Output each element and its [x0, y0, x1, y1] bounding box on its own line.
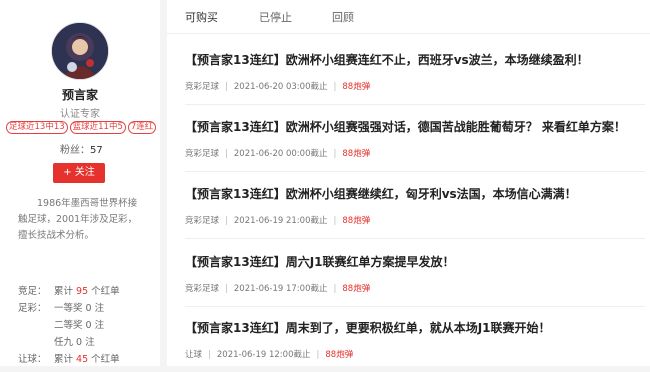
- fans-number: 57: [90, 145, 103, 156]
- article-deadline: 2021-06-19 17:00截止: [233, 284, 328, 294]
- avatar-image: [52, 23, 108, 79]
- article-category: 竞彩足球: [185, 216, 220, 226]
- record-tags: 足球近13中13 篮球近11中5 7连红: [6, 121, 158, 134]
- article-deadline: 2021-06-20 03:00截止: [233, 82, 328, 92]
- article-title[interactable]: 【预言家13连红】周六J1联赛红单方案提早发放！: [185, 253, 455, 270]
- stat-suffix: 注: [82, 337, 95, 348]
- plan-list-panel: 可购买 已停止 回顾 【预言家13连红】欧洲杯小组赛连红不止，西班牙vs波兰，本…: [167, 0, 650, 366]
- expert-role: 认证专家: [60, 109, 100, 120]
- meta-divider: |: [225, 216, 228, 226]
- article-title[interactable]: 【预言家13连红】周末到了，更要积极红单，就从本场J1联赛开始！: [185, 319, 551, 336]
- article-meta: 竞彩足球 | 2021-06-19 21:00截止 | 88炮弹: [185, 214, 370, 226]
- article-deadline: 2021-06-19 12:00截止: [216, 350, 311, 360]
- stat-suffix: 个红单: [88, 354, 120, 365]
- stat-label: 竞足：: [18, 286, 47, 297]
- stat-row: 让球： 累计 45 个红单: [18, 351, 158, 368]
- stat-prefix: 任九: [54, 337, 77, 348]
- stat-suffix: 个红单: [88, 286, 120, 297]
- record-tag: 7连红: [127, 121, 157, 134]
- plan-tabs: 可购买 已停止 回顾: [167, 0, 650, 34]
- article-price: 88炮弹: [325, 350, 354, 360]
- stat-value: 累计 45 个红单: [54, 351, 120, 368]
- article-category: 竞彩足球: [185, 284, 220, 294]
- meta-divider: |: [225, 284, 228, 294]
- record-tag: 篮球近11中5: [69, 121, 126, 134]
- article-meta: 竞彩足球 | 2021-06-20 00:00截止 | 88炮弹: [185, 147, 370, 159]
- fans-label: 粉丝：: [60, 145, 90, 156]
- stat-suffix: 注: [91, 303, 105, 314]
- meta-divider: |: [225, 82, 228, 92]
- article-meta: 让球 | 2021-06-19 12:00截止 | 88炮弹: [185, 348, 353, 360]
- list-item[interactable]: 【预言家13连红】欧洲杯小组赛继续红，匈牙利vs法国，本场信心满满！ 竞彩足球 |…: [185, 172, 645, 239]
- stat-number: 95: [76, 286, 89, 297]
- article-category: 让球: [185, 350, 203, 360]
- stat-prefix: 累计: [54, 354, 77, 365]
- meta-divider: |: [316, 350, 320, 360]
- meta-divider: |: [333, 216, 337, 226]
- stat-prefix: 一等奖: [54, 303, 86, 314]
- meta-divider: |: [333, 82, 337, 92]
- article-deadline: 2021-06-19 21:00截止: [233, 216, 328, 226]
- stat-row: 竞足： 累计 95 个红单: [18, 283, 158, 300]
- article-meta: 竞彩足球 | 2021-06-19 17:00截止 | 88炮弹: [185, 282, 370, 294]
- tab-stopped[interactable]: 已停止: [259, 9, 292, 25]
- avatar[interactable]: [51, 22, 109, 80]
- list-item[interactable]: 【预言家13连红】欧洲杯小组赛连红不止，西班牙vs波兰，本场继续盈利！ 竞彩足球…: [185, 38, 645, 105]
- stat-row: 二等奖 0 注: [18, 317, 158, 334]
- article-category: 竞彩足球: [185, 82, 220, 92]
- list-item[interactable]: 【预言家13连红】周末到了，更要积极红单，就从本场J1联赛开始！ 让球 | 2021…: [185, 306, 645, 372]
- article-category: 竞彩足球: [185, 149, 220, 159]
- fans-count: 粉丝：57: [60, 141, 103, 156]
- tab-review[interactable]: 回顾: [332, 9, 354, 25]
- stat-value: 二等奖 0 注: [54, 317, 104, 334]
- stat-row: 足彩： 一等奖 0 注: [18, 300, 158, 317]
- article-price: 88炮弹: [342, 82, 371, 92]
- tab-available[interactable]: 可购买: [185, 9, 218, 25]
- article-price: 88炮弹: [342, 149, 371, 159]
- article-title[interactable]: 【预言家13连红】欧洲杯小组赛连红不止，西班牙vs波兰，本场继续盈利！: [185, 51, 589, 68]
- stat-value: 累计 95 个红单: [54, 283, 120, 300]
- list-item[interactable]: 【预言家13连红】欧洲杯小组赛强强对话，德国苦战能胜葡萄牙？ 来看红单方案！ 竞…: [185, 105, 645, 172]
- meta-divider: |: [208, 350, 211, 360]
- stat-number: 45: [76, 354, 89, 365]
- stat-value: 一等奖 0 注: [54, 300, 104, 317]
- stat-suffix: 注: [91, 320, 105, 331]
- stat-prefix: 二等奖: [54, 320, 86, 331]
- stat-row: 任九 0 注: [18, 334, 158, 351]
- expert-name: 预言家: [61, 88, 98, 102]
- expert-bio: 1986年墨西哥世界杯接触足球，2001年涉及足彩，擅长技战术分析。: [18, 198, 138, 241]
- meta-divider: |: [333, 284, 337, 294]
- stats-list: 竞足： 累计 95 个红单 足彩： 一等奖 0 注 二等奖 0 注 任九 0 注…: [18, 283, 158, 368]
- article-title[interactable]: 【预言家13连红】欧洲杯小组赛强强对话，德国苦战能胜葡萄牙？ 来看红单方案！: [185, 118, 626, 135]
- article-deadline: 2021-06-20 00:00截止: [233, 149, 328, 159]
- stat-label: 足彩：: [18, 303, 47, 314]
- article-title[interactable]: 【预言家13连红】欧洲杯小组赛继续红，匈牙利vs法国，本场信心满满！: [185, 185, 577, 202]
- expert-sidebar: 预言家 认证专家 足球近13中13 篮球近11中5 7连红 粉丝：57 + 关注…: [0, 0, 160, 366]
- meta-divider: |: [333, 149, 337, 159]
- stat-value: 任九 0 注: [54, 334, 95, 351]
- article-price: 88炮弹: [342, 216, 371, 226]
- follow-button[interactable]: + 关注: [53, 163, 105, 183]
- list-item[interactable]: 【预言家13连红】周六J1联赛红单方案提早发放！ 竞彩足球 | 2021-06-19…: [185, 240, 645, 307]
- meta-divider: |: [225, 149, 228, 159]
- article-price: 88炮弹: [342, 284, 371, 294]
- stat-label: 让球：: [18, 354, 47, 365]
- article-meta: 竞彩足球 | 2021-06-20 03:00截止 | 88炮弹: [185, 80, 370, 92]
- stat-prefix: 累计: [54, 286, 77, 297]
- record-tag: 足球近13中13: [6, 121, 68, 134]
